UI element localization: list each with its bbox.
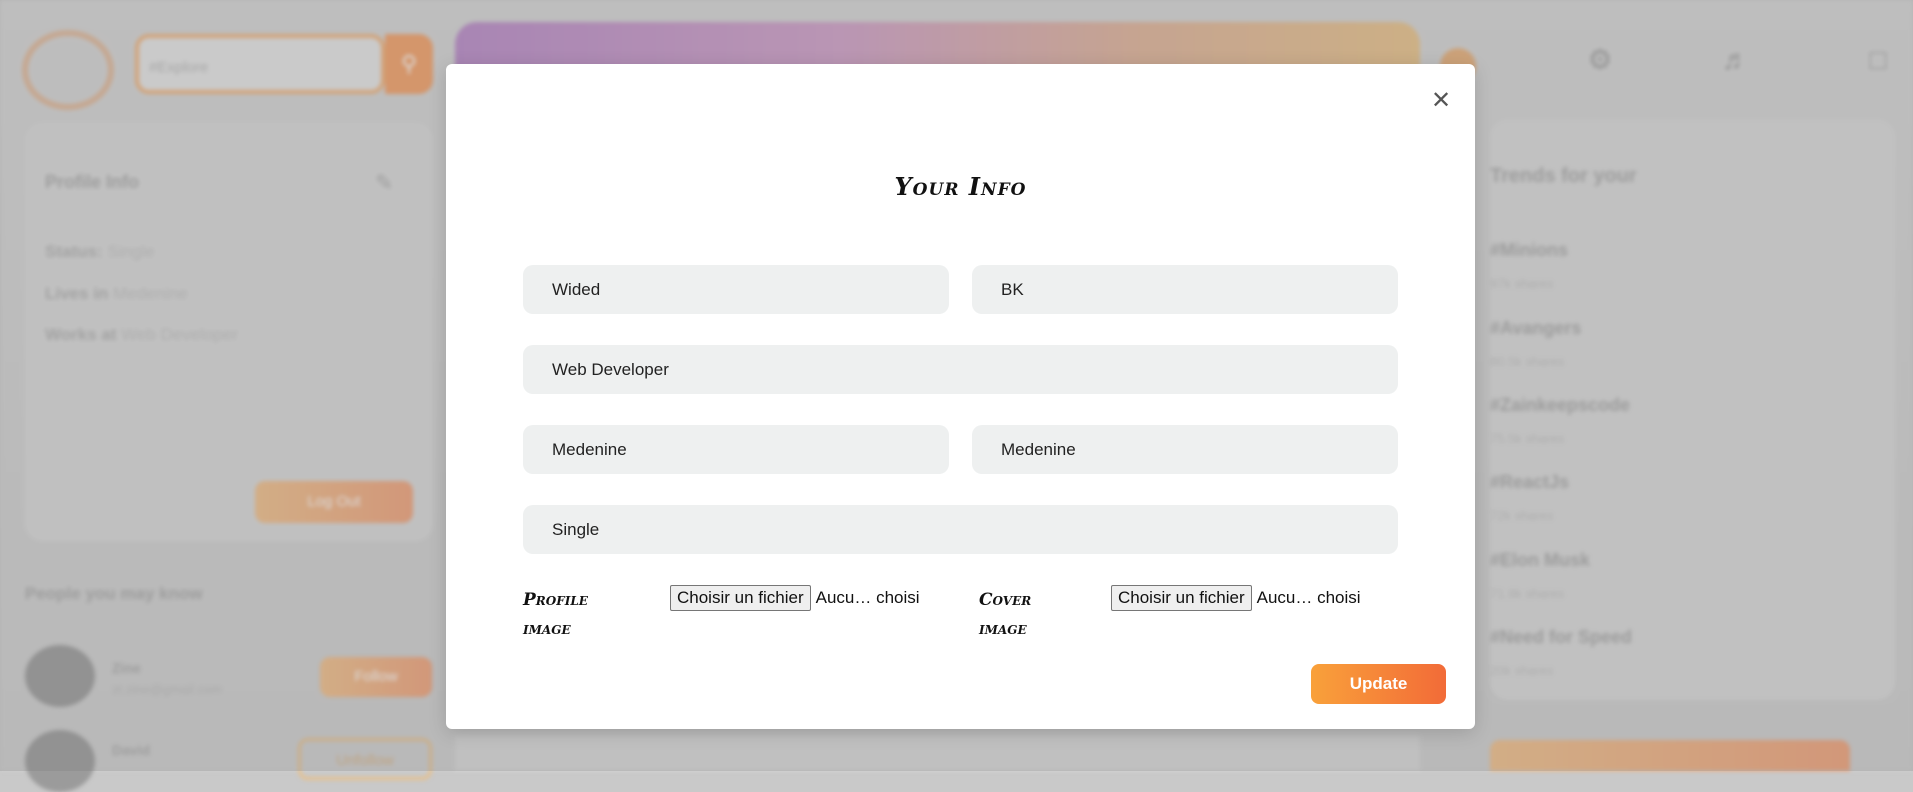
profile-image-picker[interactable]: Choisir un fichier Aucu… choisi [670, 585, 920, 611]
first-name-input[interactable] [523, 265, 949, 314]
country-input[interactable] [972, 425, 1398, 474]
last-name-input[interactable] [972, 265, 1398, 314]
update-button[interactable]: Update [1311, 664, 1446, 704]
lives-in-input[interactable] [523, 425, 949, 474]
works-at-input[interactable] [523, 345, 1398, 394]
choose-file-button[interactable]: Choisir un fichier [1111, 585, 1252, 611]
profile-image-label: Profile image [523, 590, 588, 639]
file-status: Aucu… choisi [815, 588, 920, 607]
choose-file-button[interactable]: Choisir un fichier [670, 585, 811, 611]
relationship-input[interactable] [523, 505, 1398, 554]
modal-title: Your Info [894, 172, 1027, 201]
info-modal: ✕ Your Info Profile image Choisir un fic… [446, 64, 1475, 729]
cover-image-label: Cover image [979, 590, 1032, 639]
cover-image-picker[interactable]: Choisir un fichier Aucu… choisi [1111, 585, 1361, 611]
file-status: Aucu… choisi [1256, 588, 1361, 607]
close-icon[interactable]: ✕ [1429, 89, 1453, 114]
